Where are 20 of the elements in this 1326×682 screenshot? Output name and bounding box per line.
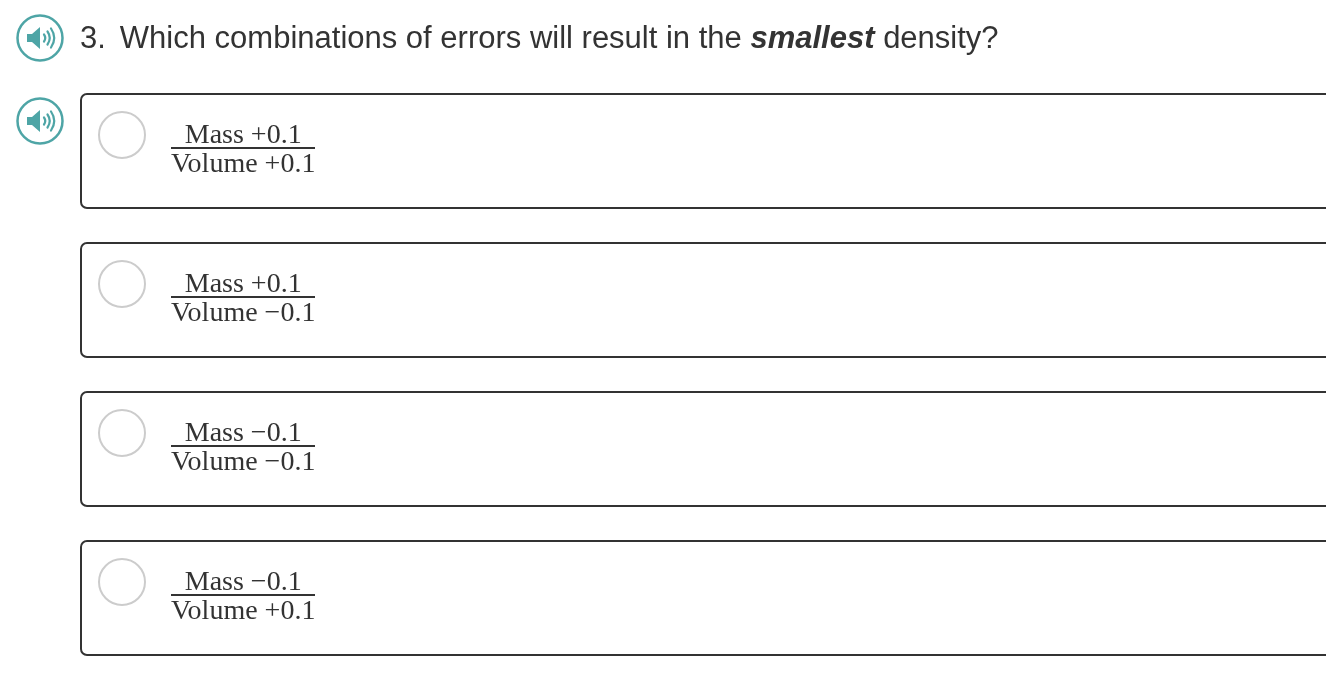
fraction-denominator: Volume +0.1 <box>171 595 316 623</box>
answer-card[interactable]: Mass −0.1 Volume −0.1 <box>80 391 1326 507</box>
radio-button[interactable] <box>98 111 146 159</box>
fraction-numerator: Mass −0.1 <box>183 567 303 594</box>
fraction-numerator: Mass −0.1 <box>183 418 303 445</box>
fraction-numerator: Mass +0.1 <box>183 269 303 296</box>
fraction-denominator: Volume +0.1 <box>171 148 316 176</box>
fraction-denominator: Volume −0.1 <box>171 297 316 325</box>
question-number: 3. <box>80 20 106 56</box>
radio-button[interactable] <box>98 558 146 606</box>
radio-button[interactable] <box>98 409 146 457</box>
radio-button[interactable] <box>98 260 146 308</box>
question-text: Which combinations of errors will result in the smallest density? <box>119 20 999 56</box>
fraction-denominator: Volume −0.1 <box>171 446 316 474</box>
speaker-icon[interactable] <box>16 14 64 62</box>
speaker-icon[interactable] <box>16 97 64 145</box>
fraction-numerator: Mass +0.1 <box>183 120 303 147</box>
answer-card[interactable]: Mass +0.1 Volume +0.1 <box>80 93 1326 209</box>
answer-card[interactable]: Mass +0.1 Volume −0.1 <box>80 242 1326 358</box>
answer-card[interactable]: Mass −0.1 Volume +0.1 <box>80 540 1326 656</box>
